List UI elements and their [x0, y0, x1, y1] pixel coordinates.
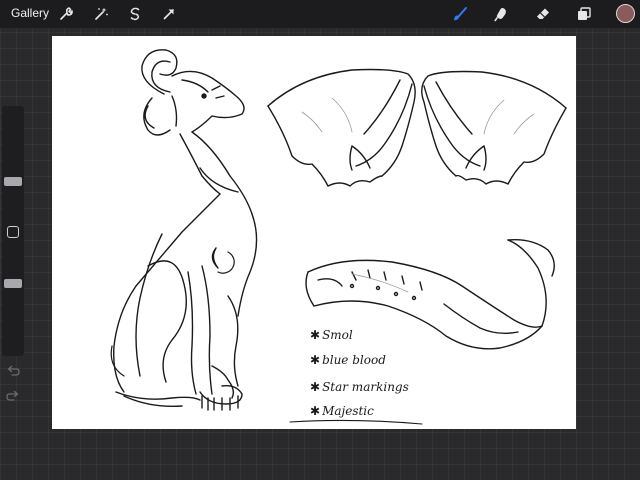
sketch-artwork: [110, 49, 567, 425]
note-item: ✱ Star markings: [310, 380, 409, 394]
eraser-icon[interactable]: [533, 4, 553, 24]
brush-icon[interactable]: [450, 4, 470, 24]
color-swatch[interactable]: [616, 4, 635, 23]
modify-button[interactable]: [7, 226, 19, 238]
smudge-icon[interactable]: [491, 4, 511, 24]
layers-icon[interactable]: [574, 4, 594, 24]
redo-icon[interactable]: [6, 389, 20, 403]
wings-sketch: [267, 68, 567, 187]
wrench-icon[interactable]: [56, 4, 76, 24]
selection-icon[interactable]: [125, 4, 145, 24]
opacity-slider[interactable]: [4, 278, 22, 288]
dragon-sketch: [110, 49, 258, 411]
transform-arrow-icon[interactable]: [159, 4, 179, 24]
note-item: ✱ Smol: [310, 328, 353, 342]
left-sidebar: [2, 106, 24, 401]
gallery-button[interactable]: Gallery: [11, 6, 49, 20]
undo-icon[interactable]: [6, 364, 20, 378]
note-item: ✱ blue blood: [310, 353, 386, 367]
top-toolbar: Gallery: [0, 0, 640, 28]
drawing-canvas[interactable]: ✱ Smol ✱ blue blood ✱ Star markings ✱ Majest…: [52, 36, 576, 429]
note-item: ✱ Majestic: [310, 404, 374, 418]
brush-size-slider[interactable]: [4, 177, 22, 186]
magic-wand-icon[interactable]: [91, 4, 111, 24]
